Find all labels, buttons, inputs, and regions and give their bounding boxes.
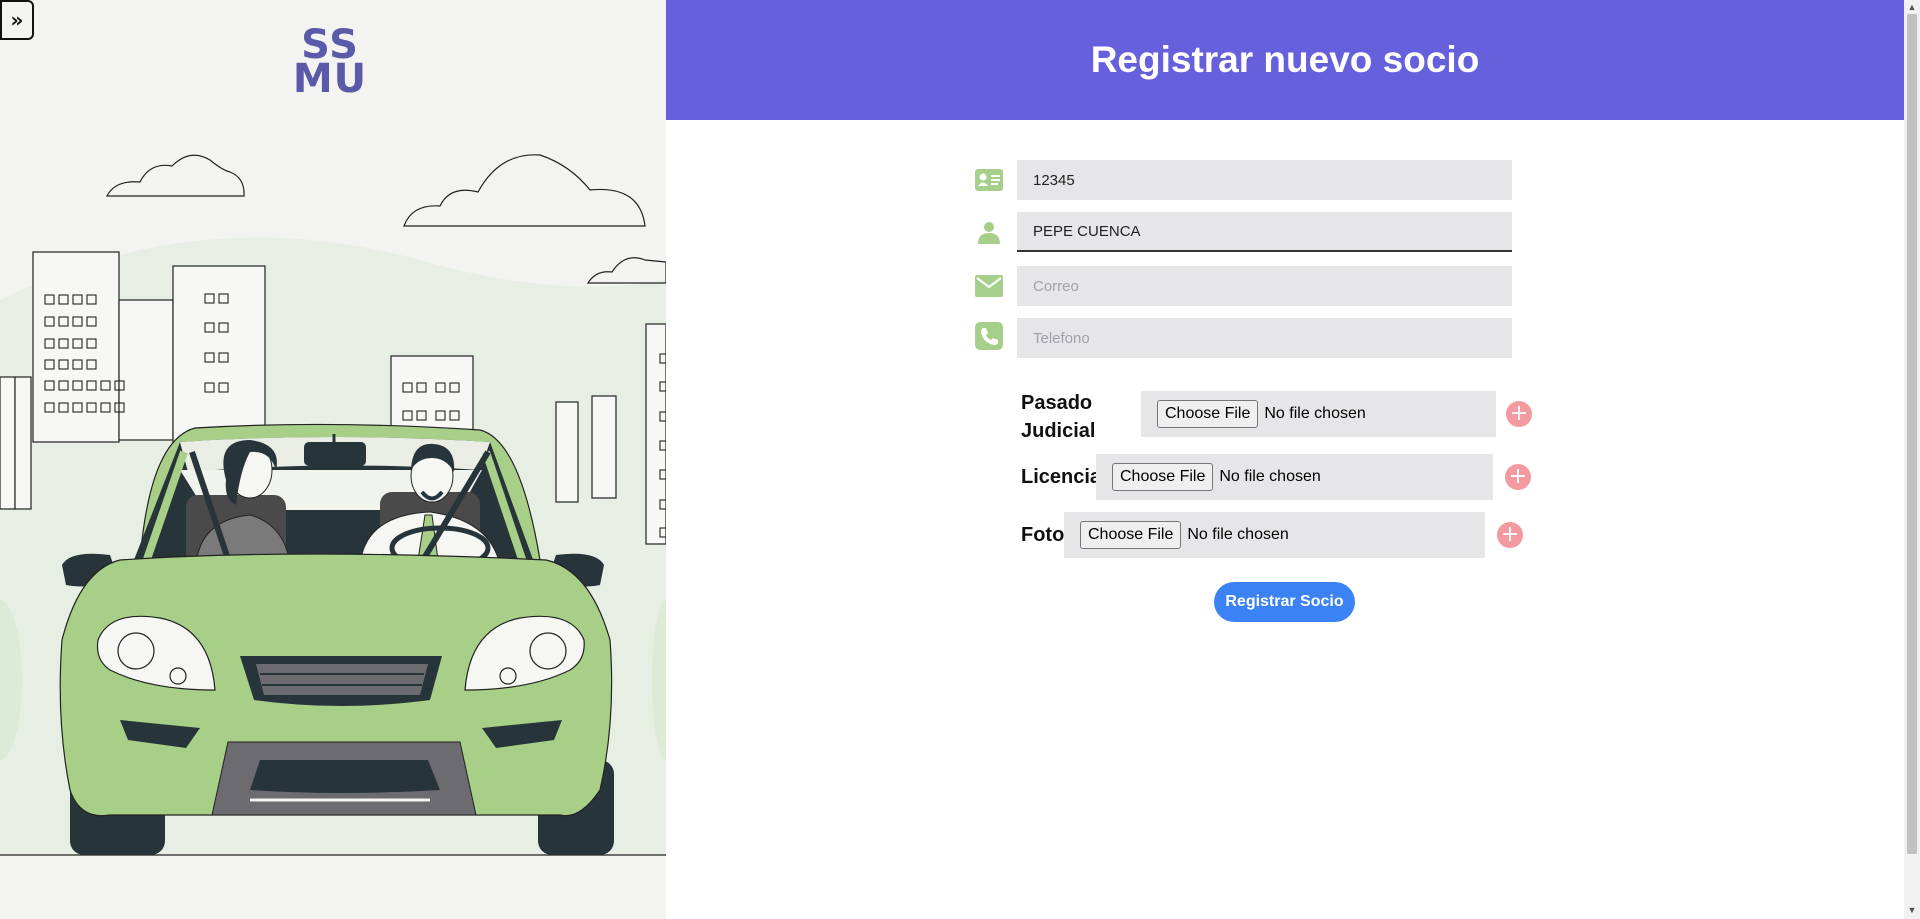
file-input-foto[interactable]: Choose File No file chosen <box>1064 512 1485 558</box>
ssmu-logo: SS MU <box>290 25 370 102</box>
phone-input[interactable] <box>1017 318 1512 358</box>
person-icon <box>975 220 1003 244</box>
upload-label-line-1: Pasado <box>1021 392 1093 414</box>
logo-line-2: MU <box>292 56 368 102</box>
file-status: No file chosen <box>1219 468 1321 485</box>
upload-label: Pasado Judicial <box>1021 389 1095 445</box>
add-file-button[interactable]: + <box>1506 401 1532 427</box>
add-file-button[interactable]: + <box>1497 522 1523 548</box>
scroll-down-arrow-icon[interactable]: ▼ <box>1907 905 1917 915</box>
choose-file-button[interactable]: Choose File <box>1080 521 1182 549</box>
file-input-pasado-judicial[interactable]: Choose File No file chosen <box>1141 391 1496 437</box>
upload-label: Foto <box>1021 524 1065 546</box>
page-title: Registrar nuevo socio <box>1090 39 1480 80</box>
vertical-scrollbar[interactable]: ▲ ▼ <box>1904 0 1920 919</box>
choose-file-button[interactable]: Choose File <box>1157 400 1259 428</box>
add-file-button[interactable]: + <box>1505 464 1531 490</box>
file-status: No file chosen <box>1187 526 1289 543</box>
page-header: Registrar nuevo socio <box>666 0 1904 120</box>
phone-icon <box>975 322 1003 350</box>
upload-label-line-2: Judicial <box>1021 420 1096 442</box>
scroll-up-arrow-icon[interactable]: ▲ <box>1907 2 1917 12</box>
register-member-button[interactable]: Registrar Socio <box>1214 582 1355 622</box>
name-input[interactable] <box>1017 212 1512 252</box>
upload-label: Licencia <box>1021 466 1102 488</box>
car-city-illustration <box>0 154 666 856</box>
id-input[interactable] <box>1017 160 1512 200</box>
collapse-sidebar-button[interactable]: » <box>0 0 34 40</box>
scrollbar-thumb[interactable] <box>1907 14 1917 854</box>
id-card-icon <box>975 168 1003 192</box>
email-input[interactable] <box>1017 266 1512 306</box>
choose-file-button[interactable]: Choose File <box>1112 463 1214 491</box>
file-status: No file chosen <box>1264 405 1366 422</box>
file-input-licencia[interactable]: Choose File No file chosen <box>1096 454 1493 500</box>
envelope-icon <box>975 274 1003 298</box>
illustration-panel: » SS MU <box>0 0 666 919</box>
